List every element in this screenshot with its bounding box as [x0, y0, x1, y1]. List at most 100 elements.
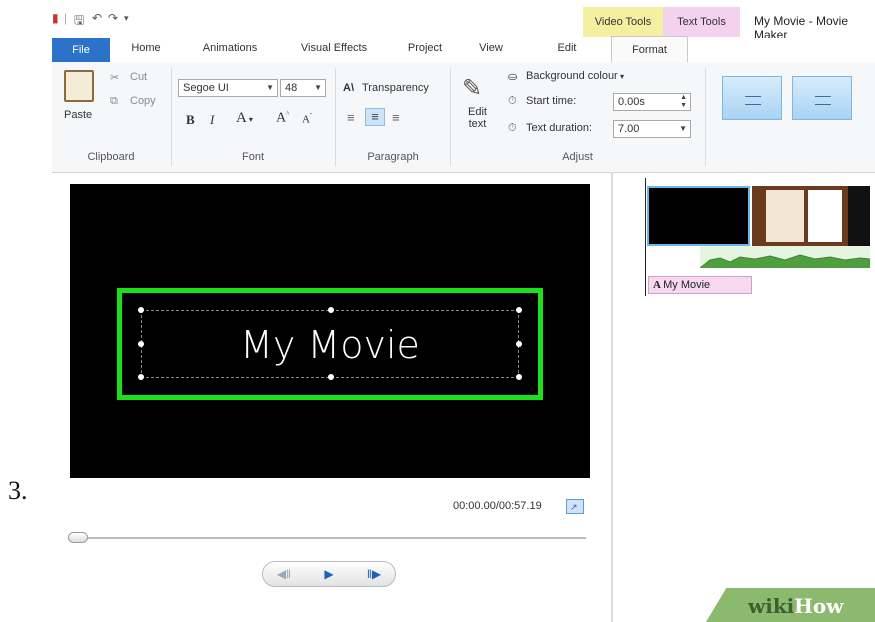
- cut-icon[interactable]: ✂: [110, 71, 119, 84]
- playback-controls: ◀‖ ▶ ‖▶: [262, 561, 396, 587]
- playhead[interactable]: [645, 178, 646, 296]
- watermark-part2: How: [794, 594, 844, 618]
- chevron-down-icon: ▾: [246, 115, 253, 124]
- italic-button[interactable]: I: [210, 112, 214, 128]
- text-effect-swatch[interactable]: [722, 76, 782, 120]
- align-center-icon[interactable]: ≡: [365, 108, 385, 126]
- tab-file[interactable]: File: [52, 38, 110, 62]
- seek-bar[interactable]: [72, 537, 586, 539]
- time-display: 00:00.00/00:57.19: [453, 500, 542, 512]
- edit-text-icon[interactable]: ✎: [462, 74, 482, 103]
- expand-icon: ↗: [570, 502, 578, 512]
- customize-qa-icon[interactable]: ▾: [124, 13, 129, 24]
- align-right-icon[interactable]: ≡: [392, 110, 400, 125]
- caption-text[interactable]: My Movie: [142, 323, 518, 367]
- paragraph-group-label: Paragraph: [367, 151, 419, 163]
- watermark-part1: wiki: [748, 594, 795, 618]
- adjust-group-label: Adjust: [562, 151, 593, 163]
- align-left-icon[interactable]: ≡: [347, 110, 355, 125]
- tab-format[interactable]: Format: [611, 36, 688, 62]
- ribbon-tabs: File Home Animations Visual Effects Proj…: [52, 36, 875, 63]
- video-tools-context: Video Tools: [583, 7, 663, 37]
- stepper-arrows-icon: ▲ ▼: [680, 94, 687, 109]
- text-lines-icon: [815, 96, 831, 105]
- shrink-font-button[interactable]: Aˇ: [302, 112, 312, 126]
- chevron-down-icon: ▼: [266, 83, 274, 92]
- paste-icon[interactable]: [64, 70, 94, 102]
- font-family-select[interactable]: Segoe UI ▼: [178, 79, 278, 97]
- audio-waveform[interactable]: [699, 246, 871, 269]
- cut-button[interactable]: Cut: [130, 71, 147, 83]
- ribbon: Paste ✂ Cut ⧉ Copy Clipboard Segoe UI ▼ 4…: [52, 62, 875, 173]
- text-effect-swatch[interactable]: [792, 76, 852, 120]
- previous-frame-icon[interactable]: ◀‖: [267, 564, 301, 584]
- video-tools-label: Video Tools: [594, 16, 652, 28]
- tab-home[interactable]: Home: [116, 42, 176, 54]
- resize-handle[interactable]: [328, 307, 334, 313]
- bold-button[interactable]: B: [186, 112, 195, 128]
- tab-animations[interactable]: Animations: [190, 42, 270, 54]
- title-clip[interactable]: [647, 186, 750, 246]
- font-family-value: Segoe UI: [183, 82, 229, 94]
- tab-edit[interactable]: Edit: [535, 42, 599, 54]
- paste-button[interactable]: Paste: [64, 109, 92, 121]
- highlight-box: My Movie: [117, 288, 543, 400]
- text-duration-label: Text duration:: [526, 122, 593, 134]
- resize-handle[interactable]: [516, 374, 522, 380]
- transparency-button[interactable]: Transparency: [362, 82, 429, 94]
- chevron-down-icon: ▾: [617, 72, 624, 81]
- background-colour-icon[interactable]: ⛀: [508, 70, 517, 83]
- clip-thumbnail: [766, 190, 804, 242]
- text-tools-context: Text Tools: [663, 7, 740, 37]
- fullscreen-button[interactable]: ↗: [566, 499, 584, 514]
- clipboard-group-label: Clipboard: [87, 151, 135, 163]
- play-icon[interactable]: ▶: [311, 564, 347, 584]
- resize-handle[interactable]: [328, 374, 334, 380]
- title-bar: ▮ | 🖫 ↶ ↷ ▾ Video Tools Text Tools My Mo…: [52, 0, 875, 42]
- resize-handle[interactable]: [516, 307, 522, 313]
- font-group-label: Font: [241, 151, 264, 163]
- next-frame-icon[interactable]: ‖▶: [357, 564, 391, 584]
- edit-text-line2: text: [468, 118, 487, 130]
- text-duration-select[interactable]: 7.00 ▼: [613, 120, 691, 138]
- caption-clip[interactable]: A My Movie: [648, 276, 752, 294]
- grow-font-letter: A: [276, 110, 287, 126]
- save-icon[interactable]: 🖫: [74, 11, 84, 32]
- tab-project[interactable]: Project: [395, 42, 455, 54]
- copy-icon[interactable]: ⧉: [110, 95, 118, 108]
- start-time-stepper[interactable]: 0.00s ▲ ▼: [613, 93, 691, 111]
- video-clip[interactable]: [752, 186, 870, 246]
- clip-thumbnail: [808, 190, 842, 242]
- font-size-select[interactable]: 48 ▼: [280, 79, 326, 97]
- caption-clip-label: My Movie: [663, 279, 711, 291]
- text-caption-icon: A: [653, 279, 664, 291]
- qa-separator: |: [64, 11, 68, 25]
- tab-visual-effects[interactable]: Visual Effects: [288, 42, 380, 54]
- seek-handle[interactable]: [68, 532, 88, 543]
- undo-icon[interactable]: ↶: [92, 11, 102, 25]
- pane-divider[interactable]: [611, 172, 613, 622]
- tab-view[interactable]: View: [466, 42, 516, 54]
- clip-thumbnail: [848, 186, 870, 246]
- video-preview[interactable]: My Movie: [70, 184, 590, 478]
- caption-text-box[interactable]: My Movie: [138, 307, 522, 380]
- text-duration-value: 7.00: [618, 123, 640, 135]
- edit-text-line1: Edit: [468, 106, 487, 118]
- copy-button[interactable]: Copy: [130, 95, 156, 107]
- chevron-down-icon: ▼: [679, 124, 687, 133]
- waveform-graphic: [699, 254, 871, 269]
- background-colour-button[interactable]: Background colour ▾: [526, 70, 624, 82]
- start-time-label: Start time:: [526, 95, 577, 107]
- font-color-button[interactable]: A ▾: [236, 110, 253, 127]
- font-size-value: 48: [285, 82, 298, 94]
- grow-font-button[interactable]: A^: [276, 110, 289, 127]
- up-caret-icon: ^: [286, 110, 290, 118]
- resize-handle[interactable]: [138, 374, 144, 380]
- redo-icon[interactable]: ↷: [108, 11, 118, 25]
- transparency-icon[interactable]: A\: [343, 82, 354, 94]
- resize-handle[interactable]: [138, 307, 144, 313]
- chevron-down-icon: ▼: [314, 83, 322, 92]
- text-tools-label: Text Tools: [677, 16, 726, 28]
- edit-text-button[interactable]: Edit text: [468, 106, 487, 130]
- text-duration-icon: ⏱: [508, 122, 517, 134]
